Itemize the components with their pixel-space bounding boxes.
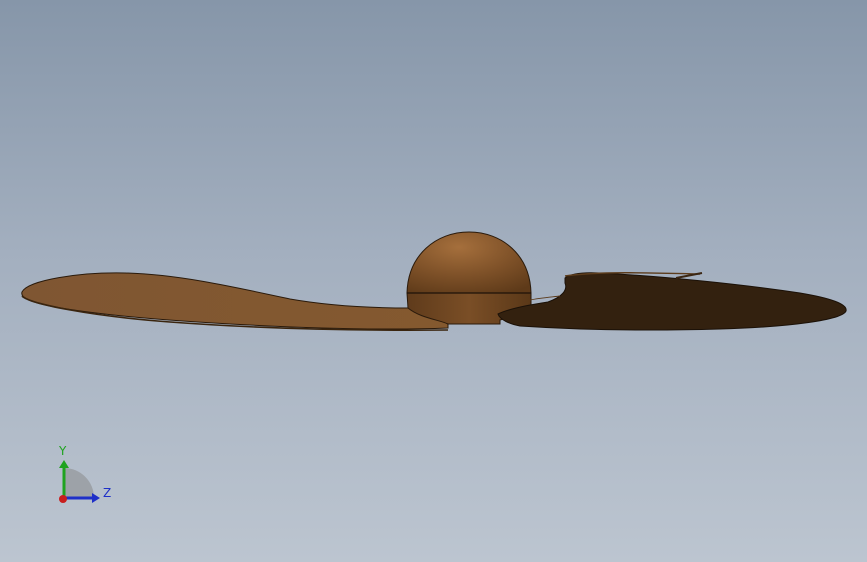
right-blade[interactable]	[497, 272, 847, 331]
left-blade[interactable]	[21, 272, 449, 331]
orientation-triad: Y Z	[48, 440, 118, 510]
y-axis-label: Y	[58, 444, 67, 458]
triad-plane-indicator	[64, 468, 94, 498]
z-axis-label: Z	[103, 486, 111, 500]
hub-dome[interactable]	[406, 231, 532, 294]
propeller-model[interactable]	[0, 0, 867, 562]
x-axis-dot	[59, 495, 67, 503]
3d-viewport[interactable]: Y Z	[0, 0, 867, 562]
